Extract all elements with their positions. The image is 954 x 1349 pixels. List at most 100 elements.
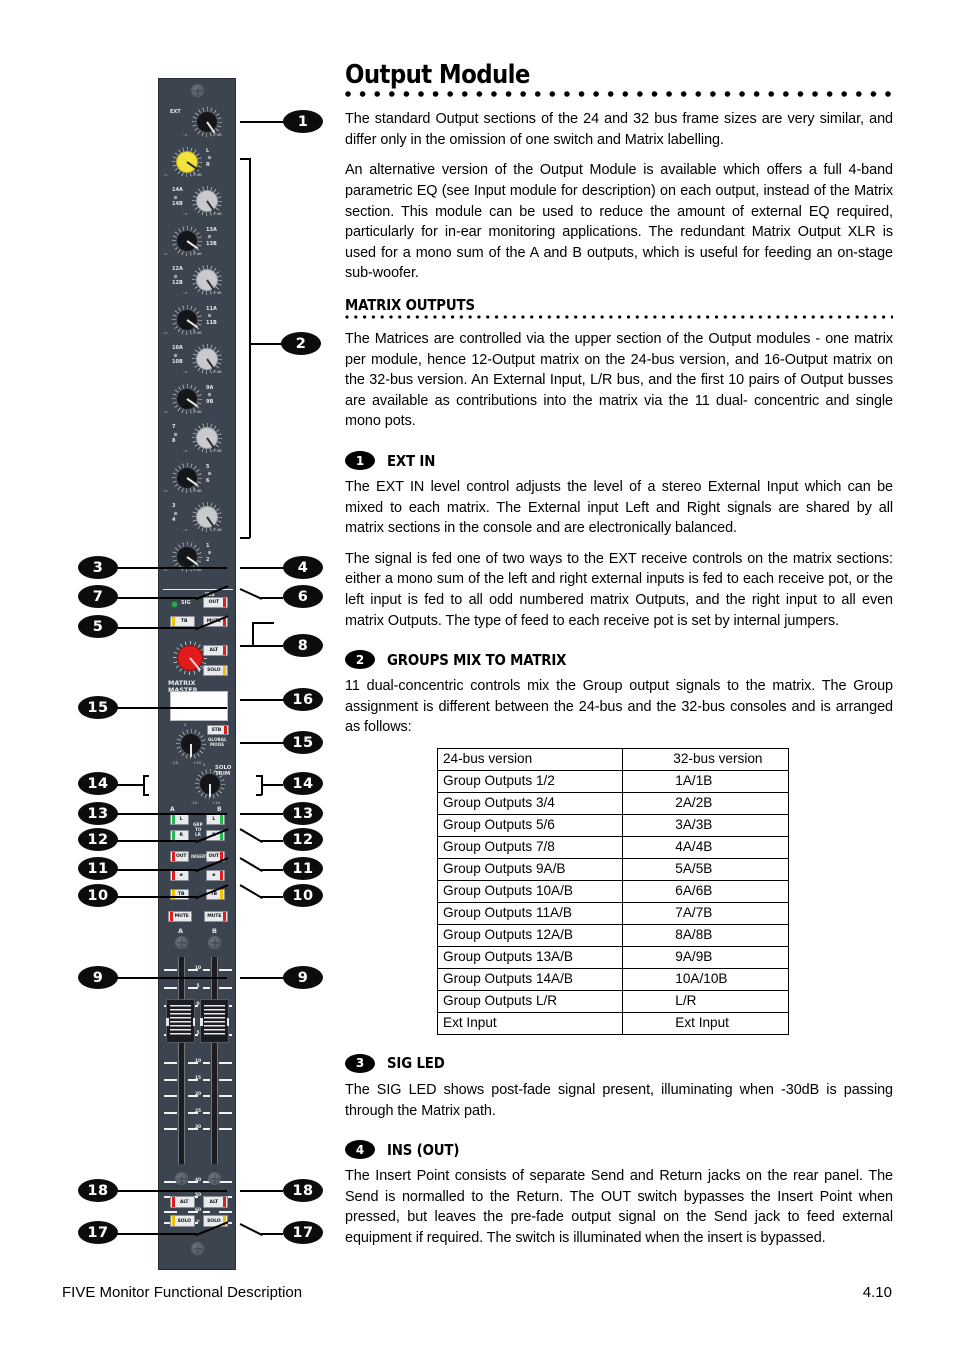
table-row: Group Outputs 12A/B 8A/8B <box>436 923 789 947</box>
fader-index-left <box>166 1018 169 1026</box>
switch-lamp <box>222 646 226 655</box>
fader-cap-b[interactable] <box>200 999 229 1043</box>
matrix-pan-knob[interactable] <box>176 729 206 759</box>
intro-paragraph-1: The standard Output sections of the 24 a… <box>345 111 893 148</box>
dual-concentric-icon: ⊙ <box>173 273 178 280</box>
mute-switch-b[interactable]: MUTE <box>204 911 228 922</box>
matrix-pot-label-10-top: 10A <box>172 345 183 351</box>
alt-switch-b[interactable]: ALT <box>203 1196 228 1208</box>
switch-lamp <box>222 598 226 607</box>
table-row: Group Outputs 3/4 2A/2B <box>436 791 789 815</box>
callout-leader-line <box>115 707 227 710</box>
grp-to-l-switch-a[interactable]: L <box>170 814 189 825</box>
callout-leader-line <box>261 784 283 787</box>
alt-switch-a[interactable]: ALT <box>170 1196 195 1208</box>
mute-switch-a[interactable]: MUTE <box>168 911 192 922</box>
grp-to-l-switch-b[interactable]: L <box>206 814 225 825</box>
fader-tick-left <box>164 969 177 971</box>
matrix-pot-label-34-bottom: 4 <box>172 517 176 523</box>
solo-switch-a[interactable]: SOLO <box>170 1215 195 1227</box>
callout-leader-line <box>239 1223 263 1237</box>
fader-index-right <box>226 1018 229 1026</box>
callout-leader-line <box>256 775 262 778</box>
matrix-pot-mininf-12: -∞ <box>183 290 188 295</box>
global-mode-label-line2: MODE <box>210 742 225 747</box>
fader-tick-left <box>164 1128 177 1130</box>
ext-in-paragraph-2: The signal is fed one of two ways to the… <box>345 550 893 629</box>
solo-switch-matrix[interactable]: SOLO <box>203 665 228 676</box>
dual-concentric-icon: ⊙ <box>207 234 212 240</box>
switch-label: STB <box>211 727 222 733</box>
fader-cap-a[interactable] <box>166 999 195 1043</box>
callout-leader-line <box>249 158 252 538</box>
alt-switch-matrix[interactable]: ALT <box>203 645 228 656</box>
dual-concentric-icon: ⊙ <box>207 392 212 398</box>
fader-b-label: B <box>212 927 217 935</box>
matrix-pot-0db-34: 0 dB <box>213 527 222 532</box>
matrix-outputs-heading: MATRIX OUTPUTS <box>345 296 475 315</box>
matrix-pot-label-34-top: 3 <box>172 503 176 509</box>
switch-label: ALT <box>209 648 219 653</box>
matrix-pot-mininf-34: -∞ <box>183 527 188 532</box>
fader-a-label: A <box>178 927 184 935</box>
table-cell-32bus: 9A/9B <box>622 945 789 969</box>
table-cell-32bus: 3A/3B <box>622 813 789 837</box>
fader-tick-left <box>164 987 177 989</box>
switch-label: ALT <box>209 1199 219 1205</box>
intro-paragraph-2: An alternative version of the Output Mod… <box>345 162 893 282</box>
matrix-pot-label-ext: EXT <box>170 109 181 115</box>
stb-switch[interactable]: STB <box>207 725 229 735</box>
switch-lamp <box>222 666 226 675</box>
callout-leader-line <box>252 622 274 625</box>
ins-out-switch[interactable]: OUT <box>203 597 228 608</box>
talkback-switch-matrix[interactable]: TB <box>170 616 195 627</box>
panel-screw-below-fader-b <box>208 1172 221 1185</box>
phase-switch-b[interactable]: ø <box>206 870 225 881</box>
solo-trim-plus10-label: +10 <box>212 800 221 805</box>
scribble-strip[interactable] <box>170 691 228 721</box>
matrix-pot-label-12-top: 12A <box>172 266 183 272</box>
fader-tick-left <box>164 1062 177 1064</box>
table-cell-32bus: 4A/4B <box>622 835 789 859</box>
fader-scale-label: 10 <box>194 966 202 972</box>
table-cell-24bus: Group Outputs 7/8 <box>436 835 624 859</box>
insert-out-switch-a[interactable]: OUT <box>170 851 189 862</box>
callout-10-left: 10 <box>78 884 118 907</box>
phase-switch-a[interactable]: ø <box>170 870 189 881</box>
callout-leader-line <box>240 1190 283 1193</box>
callout-leader-line <box>240 567 286 570</box>
switch-label: ø <box>212 873 216 878</box>
table-cell-24bus: Group Outputs 9A/B <box>436 857 624 881</box>
fader-slot-b <box>211 957 218 1164</box>
fader-scale-label: 25 <box>194 1109 202 1115</box>
matrix-pot-0db-13: 0 dB <box>193 250 202 256</box>
switch-label: OUT <box>208 854 220 859</box>
callout-12-left: 12 <box>78 828 118 851</box>
callout-leader-line <box>115 597 197 600</box>
insert-label: INSERT <box>191 854 208 859</box>
matrix-master-knob[interactable] <box>173 641 207 675</box>
matrix-pot-mininf-10: -∞ <box>183 369 188 374</box>
callout-6: 6 <box>283 585 323 608</box>
panel-screw-fader-a <box>175 936 188 949</box>
matrix-pot-0db-lr: 0 dB <box>193 171 202 177</box>
table-cell-24bus: Group Outputs 12A/B <box>436 923 624 947</box>
ins-out-heading: INS (OUT) <box>387 1140 460 1159</box>
matrix-pot-mininf-11: -∞ <box>163 329 168 335</box>
group-assignment-table: 24-bus version 32-bus version Group Output… <box>436 747 789 1035</box>
dual-concentric-icon: ⊙ <box>207 550 212 556</box>
switch-label: ALT <box>179 1199 189 1205</box>
groups-mix-heading-row: 2 GROUPS MIX TO MATRIX <box>345 650 893 670</box>
footer-page-number: 4.10 <box>862 1284 892 1301</box>
footer-title: FIVE Monitor Functional Description <box>62 1284 303 1301</box>
callout-leader-line <box>261 896 283 899</box>
ins-out-number-badge: 4 <box>345 1140 375 1160</box>
callout-3: 3 <box>78 556 118 579</box>
talkback-switch-a[interactable]: TB <box>170 889 189 900</box>
table-cell-24bus: Group Outputs 3/4 <box>436 791 624 815</box>
table-cell-24bus: Group Outputs 11A/B <box>436 901 624 925</box>
callout-leader-line <box>261 1233 283 1236</box>
callout-18-right: 18 <box>283 1179 323 1202</box>
groups-mix-paragraph: 11 dual-concentric controls mix the Grou… <box>345 678 893 736</box>
matrix-outputs-dot-rule <box>345 315 893 323</box>
